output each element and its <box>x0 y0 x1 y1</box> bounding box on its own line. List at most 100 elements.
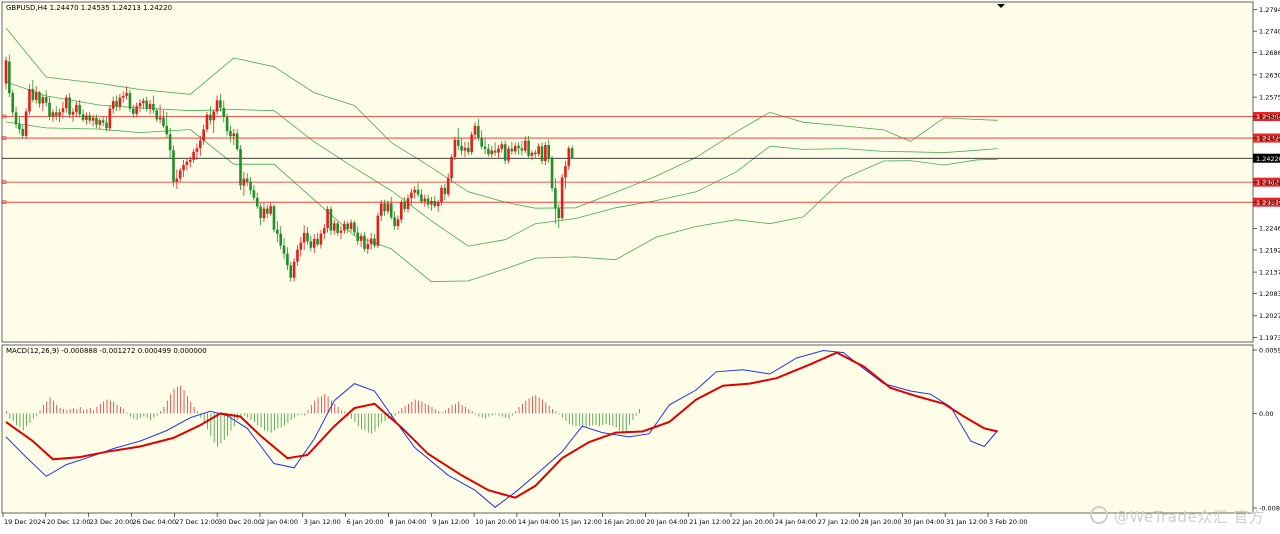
candle-body <box>128 93 132 109</box>
price-panel[interactable] <box>1 1 1254 343</box>
candle-body <box>450 157 453 179</box>
macd-tick-label: 0.00 <box>1259 410 1273 418</box>
candle-body <box>249 181 252 191</box>
candle-body <box>376 215 380 246</box>
candle-body <box>245 178 249 182</box>
time-tick-label: 3 Jan 12:00 <box>304 518 341 526</box>
candle-body <box>215 100 219 112</box>
candle-body <box>497 148 500 153</box>
candle-body <box>570 148 574 159</box>
macd-panel[interactable] <box>1 344 1254 514</box>
time-tick-label: 28 Jan 20:00 <box>861 518 902 526</box>
time-tick-label: 21 Jan 12:00 <box>689 518 730 526</box>
candle-body <box>520 148 524 151</box>
candle-body <box>148 103 152 109</box>
candle-body <box>446 178 450 195</box>
candle-body <box>188 159 192 162</box>
time-tick-label: 27 Dec 12:00 <box>175 518 219 526</box>
symbol-header: GBPUSD,H4 1.24470 1.24535 1.24213 1.2422… <box>6 4 173 12</box>
time-tick-label: 26 Dec 04:00 <box>132 518 176 526</box>
candle-body <box>306 232 309 242</box>
price-tick-label: 1.19735 <box>1259 334 1280 342</box>
candle-body <box>11 93 14 113</box>
candle-body <box>205 114 209 130</box>
candle-body <box>54 112 58 116</box>
candle-body <box>168 134 172 151</box>
candle-body <box>91 117 95 121</box>
candle-body <box>420 194 423 202</box>
candle-body <box>222 107 226 118</box>
candle-body <box>440 187 443 203</box>
candle-body <box>21 129 25 136</box>
candle-body <box>319 233 323 245</box>
time-tick-label: 19 Dec 2024 <box>4 518 46 526</box>
candle-body <box>118 97 122 107</box>
candle-body <box>513 145 517 152</box>
candle-body <box>225 117 229 132</box>
candle-body <box>162 117 165 126</box>
candle-body <box>132 108 135 114</box>
price-tick-label: 1.27400 <box>1259 28 1280 36</box>
candle-body <box>359 235 363 241</box>
candle-body <box>262 208 266 219</box>
candle-body <box>373 238 376 246</box>
candle-body <box>292 261 296 278</box>
time-tick-label: 16 Jan 20:00 <box>604 518 645 526</box>
candle-body <box>423 198 427 202</box>
candle-body <box>400 202 403 220</box>
candle-body <box>51 112 55 118</box>
candle-body <box>503 144 507 161</box>
candle-body <box>413 189 416 193</box>
candle-body <box>316 238 319 245</box>
candle-body <box>353 222 356 233</box>
chart-canvas: 1.25264 1.24725 1.23621 1.23120 1.27940 1.27… <box>0 0 1280 530</box>
time-tick-label: 22 Jan 20:00 <box>732 518 773 526</box>
candle-body <box>386 203 390 212</box>
candle-body <box>279 233 282 246</box>
candle-body <box>477 125 480 139</box>
candle-body <box>463 147 467 151</box>
candle-body <box>229 131 232 137</box>
candle-body <box>467 147 470 153</box>
candle-body <box>269 206 272 214</box>
candle-body <box>540 146 544 162</box>
time-tick-label: 14 Jan 04:00 <box>518 518 559 526</box>
watermark-text: @WeTrade众汇 官方 <box>1114 508 1265 526</box>
current-price-label: 1.24220 <box>1256 155 1280 163</box>
candle-body <box>239 149 242 186</box>
candle-body <box>560 177 564 219</box>
candle-body <box>138 103 142 107</box>
candle-body <box>212 111 215 121</box>
candle-body <box>403 202 406 209</box>
candle-body <box>547 145 550 159</box>
price-tick-label: 1.24725 <box>1259 134 1280 142</box>
candle-body <box>480 138 483 147</box>
candle-body <box>369 238 373 245</box>
candle-body <box>507 148 510 161</box>
time-tick-label: 3 Feb 20:00 <box>989 518 1028 526</box>
candle-body <box>483 146 487 150</box>
candle-body <box>14 112 18 125</box>
candle-body <box>272 206 276 230</box>
candle-body <box>95 117 98 125</box>
candle-body <box>8 61 11 94</box>
candle-body <box>527 140 530 156</box>
candle-body <box>490 150 494 155</box>
time-tick-label: 23 Dec 20:00 <box>90 518 134 526</box>
price-tick-label: 1.25750 <box>1259 93 1280 101</box>
candle-body <box>456 139 460 146</box>
candle-body <box>510 148 514 152</box>
candle-body <box>500 144 504 149</box>
macd-header: MACD(12,26,9) -0.000888 -0.001272 0.0004… <box>6 347 207 355</box>
candle-body <box>473 125 477 135</box>
candle-body <box>242 178 246 186</box>
candle-body <box>383 203 386 212</box>
candle-body <box>299 242 303 250</box>
candle-body <box>155 110 159 120</box>
candle-body <box>276 229 279 234</box>
candle-body <box>78 105 81 115</box>
time-tick-label: 27 Jan 12:00 <box>818 518 859 526</box>
candle-body <box>135 106 138 114</box>
candle-body <box>182 165 185 171</box>
candle-body <box>393 217 396 227</box>
